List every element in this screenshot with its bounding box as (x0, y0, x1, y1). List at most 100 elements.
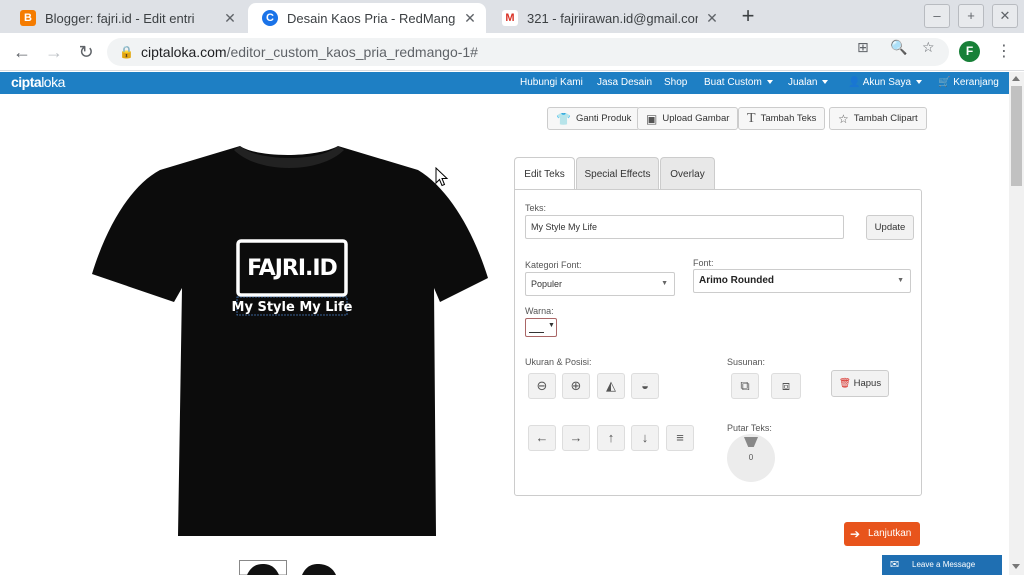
bring-forward-icon[interactable]: ⧉ (731, 373, 759, 399)
tambah-teks-button[interactable]: T Tambah Teks (738, 107, 826, 130)
teks-input[interactable] (525, 215, 844, 239)
widget-label: Leave a Message (912, 560, 976, 569)
nav-buat-custom[interactable]: Buat Custom (704, 77, 773, 88)
address-bar[interactable]: 🔒 ciptaloka.com/editor_custom_kaos_pria_… (107, 38, 949, 66)
button-label: Hapus (853, 378, 882, 389)
trash-icon: 🗑 (838, 378, 851, 389)
product-thumbnail-back[interactable] (296, 560, 344, 575)
star-icon: ☆ (838, 111, 849, 126)
close-icon[interactable]: ✕ (704, 10, 720, 26)
scrollbar-thumb[interactable] (1011, 86, 1022, 186)
lock-icon: 🔒 (119, 45, 134, 59)
button-label: Tambah Clipart (853, 113, 918, 124)
zoom-icon[interactable]: 🔍 (890, 39, 907, 56)
select-value: Arimo Rounded (699, 275, 774, 286)
update-button[interactable]: Update (866, 215, 914, 240)
cart-icon: 🛒 (938, 77, 954, 88)
browser-toolbar: ← → ↻ 🔒 ciptaloka.com/editor_custom_kaos… (0, 33, 1024, 71)
font-label: Font: (693, 258, 714, 268)
shirt-caption-text[interactable]: My Style My Life (232, 300, 353, 315)
tshirt-icon: 👕 (556, 111, 571, 126)
reload-icon[interactable]: ↻ (75, 41, 97, 63)
site-navbar: ciptaloka Hubungi Kami Jasa Desain Shop … (0, 72, 1009, 94)
page-scrollbar[interactable] (1009, 72, 1024, 575)
zoom-in-icon[interactable]: ⊕ (562, 373, 590, 399)
lanjutkan-button[interactable]: ➔ Lanjutkan (844, 522, 920, 546)
nav-jasa-desain[interactable]: Jasa Desain (597, 77, 652, 88)
bookmark-star-icon[interactable]: ☆ (922, 39, 935, 56)
site-logo[interactable]: ciptaloka (11, 74, 65, 90)
minimize-icon[interactable]: – (924, 4, 950, 28)
window-close-icon[interactable]: ✕ (992, 4, 1018, 28)
putar-teks-label: Putar Teks: (727, 423, 772, 433)
nav-keranjang[interactable]: 🛒 Keranjang (938, 77, 999, 88)
move-right-icon[interactable]: → (562, 425, 590, 451)
flip-vertical-icon[interactable]: ◒ (631, 373, 659, 399)
tab-special-effects[interactable]: Special Effects (576, 157, 659, 190)
nav-akun-saya[interactable]: 👤 Akun Saya (848, 77, 923, 88)
nav-hubungi-kami[interactable]: Hubungi Kami (520, 77, 583, 88)
align-center-icon[interactable]: ≡ (666, 425, 694, 451)
scroll-up-icon[interactable] (1012, 76, 1020, 81)
tab-title: Desain Kaos Pria - RedMango C (287, 10, 456, 26)
maximize-icon[interactable]: + (958, 4, 984, 28)
rotate-dial[interactable]: 0 (727, 434, 775, 482)
move-left-icon[interactable]: ← (528, 425, 556, 451)
scroll-down-icon[interactable] (1012, 564, 1020, 569)
browser-tabstrip: B Blogger: fajri.id - Edit entri ✕ C Des… (0, 0, 1024, 33)
tshirt-body (92, 146, 488, 536)
url-domain: ciptaloka.com (141, 44, 227, 60)
mail-icon: ✉ (890, 559, 900, 571)
tab-edit-teks[interactable]: Edit Teks (514, 157, 575, 191)
tab-gmail[interactable]: M 321 - fajriirawan.id@gmail.com ✕ (488, 3, 728, 33)
rotate-value: 0 (748, 453, 754, 462)
select-value: Populer (531, 279, 563, 289)
text-icon: T (747, 110, 756, 126)
nav-label: Jualan (788, 77, 818, 88)
shirt-logo-text: FAJRI.ID (247, 256, 337, 281)
nav-label: Akun Saya (862, 77, 912, 88)
hapus-button[interactable]: 🗑 Hapus (831, 370, 889, 397)
leave-message-widget[interactable]: ✉ Leave a Message (882, 555, 1002, 575)
tab-blogger[interactable]: B Blogger: fajri.id - Edit entri ✕ (6, 3, 246, 33)
warna-color-picker[interactable]: ▼ (525, 318, 557, 337)
dial-knob[interactable] (744, 437, 758, 447)
mouse-cursor-icon (435, 167, 449, 187)
product-thumbnail-front[interactable] (239, 560, 287, 575)
nav-shop[interactable]: Shop (664, 77, 687, 88)
url-path: /editor_custom_kaos_pria_redmango-1# (226, 44, 478, 60)
profile-avatar[interactable]: F (959, 41, 980, 62)
susunan-label: Susunan: (727, 357, 766, 367)
translate-icon[interactable]: ⊞ (857, 39, 869, 56)
font-select[interactable]: Arimo Rounded ▼ (693, 269, 911, 293)
blogger-favicon-icon: B (20, 10, 36, 26)
zoom-out-icon[interactable]: ⊖ (528, 373, 556, 399)
move-down-icon[interactable]: ↓ (631, 425, 659, 451)
kategori-font-select[interactable]: Populer ▼ (525, 272, 675, 296)
nav-jualan[interactable]: Jualan (788, 77, 829, 88)
upload-gambar-button[interactable]: ▣ Upload Gambar (637, 107, 739, 130)
forward-icon[interactable]: → (43, 41, 65, 63)
new-tab-icon[interactable]: + (737, 5, 759, 28)
close-icon[interactable]: ✕ (222, 10, 238, 26)
tambah-clipart-button[interactable]: ☆ Tambah Clipart (829, 107, 927, 130)
tshirt-canvas[interactable]: FAJRI.ID My Style My Life (88, 140, 492, 542)
back-icon[interactable]: ← (11, 41, 33, 63)
kategori-font-label: Kategori Font: (525, 260, 582, 270)
tab-desain-kaos[interactable]: C Desain Kaos Pria - RedMango C ✕ (248, 3, 486, 33)
button-label: Lanjutkan (868, 528, 912, 539)
tab-title: Blogger: fajri.id - Edit entri (45, 10, 195, 26)
caret-down-icon: ▼ (661, 280, 668, 287)
ganti-produk-button[interactable]: 👕 Ganti Produk (547, 107, 641, 130)
tab-title: 321 - fajriirawan.id@gmail.com (527, 10, 698, 26)
tab-overlay[interactable]: Overlay (660, 157, 715, 190)
caret-down-icon (916, 80, 923, 84)
user-icon: 👤 (848, 77, 863, 88)
send-backward-icon[interactable]: ⧈ (771, 373, 801, 399)
menu-kebab-icon[interactable]: ⋮ (996, 41, 1012, 61)
flip-horizontal-icon[interactable]: ◭ (597, 373, 625, 399)
caret-down-icon (822, 80, 829, 84)
arrow-right-icon: ➔ (850, 527, 861, 541)
move-up-icon[interactable]: ↑ (597, 425, 625, 451)
close-icon[interactable]: ✕ (462, 10, 478, 26)
